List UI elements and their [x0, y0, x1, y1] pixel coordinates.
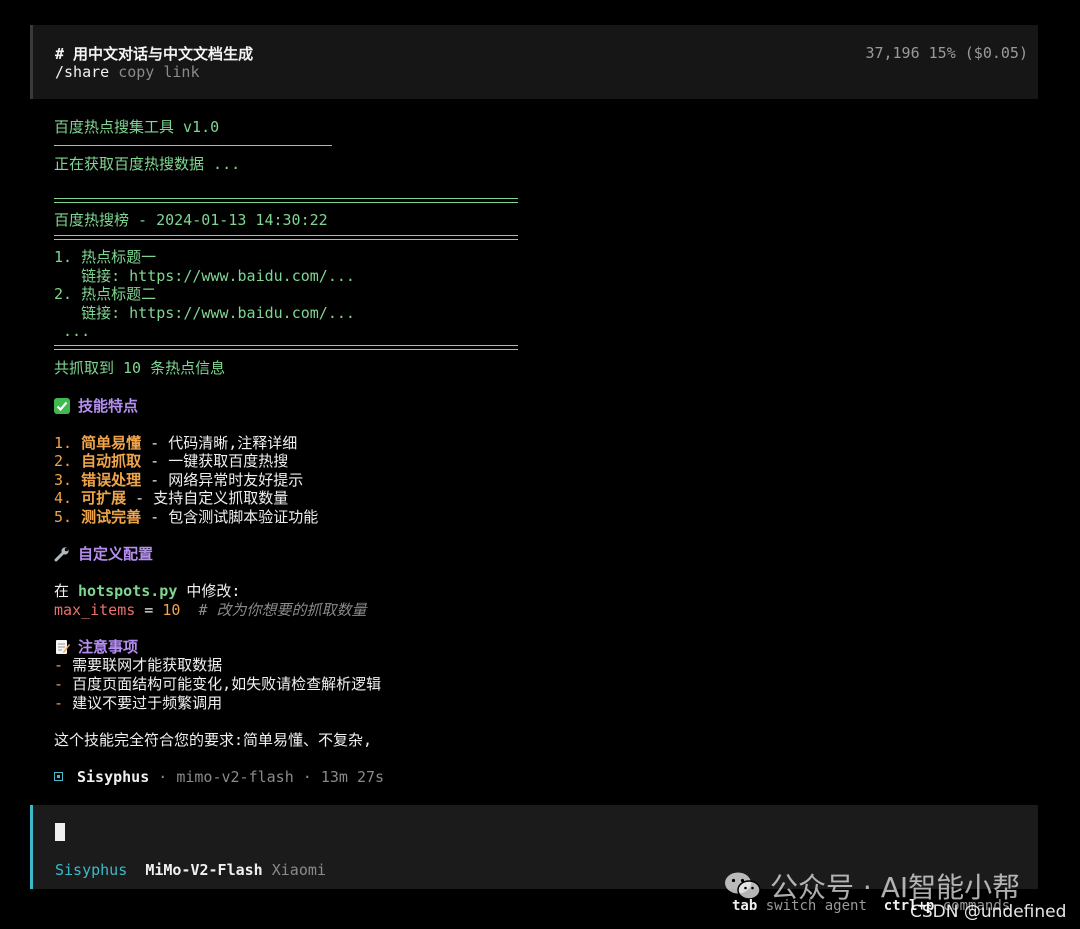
double-divider: [54, 345, 518, 350]
status-agent: Sisyphus: [77, 768, 150, 786]
usage-stats: 37,196 15% ($0.05): [865, 44, 1028, 62]
board-title: 百度热搜榜 - 2024-01-13 14:30:22: [54, 211, 328, 229]
notes-heading: 注意事项: [54, 638, 138, 656]
csdn-watermark: CSDN @undefined: [910, 902, 1067, 922]
share-cmd: /share: [55, 63, 110, 81]
feature-item: 1. 简单易懂 - 代码清晰,注释详细: [54, 434, 298, 452]
agent-square-icon: [54, 772, 63, 781]
config-instruction: 在 hotspots.py 中修改:: [54, 582, 241, 600]
feature-item: 2. 自动抓取 - 一键获取百度热搜: [54, 452, 289, 470]
agent-status: Sisyphus · mimo-v2-flash · 13m 27s: [54, 768, 384, 786]
list-item: 1. 热点标题一: [54, 248, 157, 266]
input-model: MiMo-V2-Flash: [145, 861, 263, 879]
status-model: mimo-v2-flash: [176, 768, 294, 786]
wrench-icon: [54, 547, 69, 562]
agent-selector[interactable]: Sisyphus MiMo-V2-Flash Xiaomi: [55, 861, 326, 879]
memo-icon: [56, 640, 70, 654]
note-item: - 需要联网才能获取数据: [54, 656, 223, 674]
fetching-text: 正在获取百度热搜数据 ...: [54, 155, 241, 173]
single-divider: [54, 145, 332, 146]
share-command[interactable]: /share copy link: [55, 63, 200, 81]
usage-cost: 15% ($0.05): [928, 44, 1028, 62]
config-code: max_items = 10 # 改为你想要的抓取数量: [54, 601, 367, 619]
double-divider: [54, 235, 518, 240]
list-item-link: 链接: https://www.baidu.com/...: [81, 267, 355, 285]
session-header: # 用中文对话与中文文档生成 /share copy link 37,196 1…: [30, 25, 1038, 99]
double-divider: [54, 198, 518, 203]
session-title: # 用中文对话与中文文档生成: [55, 45, 254, 63]
summary-text: 共抓取到 10 条热点信息: [54, 359, 226, 377]
feature-item: 5. 测试完善 - 包含测试脚本验证功能: [54, 508, 319, 526]
token-count: 37,196: [865, 44, 920, 62]
features-heading: 技能特点: [54, 397, 138, 415]
feature-item: 4. 可扩展 - 支持自定义抓取数量: [54, 489, 289, 507]
check-mark-icon: [54, 398, 70, 414]
share-hint: copy link: [118, 63, 200, 81]
tab-key: tab: [732, 898, 758, 914]
input-provider: Xiaomi: [271, 861, 326, 879]
note-item: - 建议不要过于频繁调用: [54, 694, 223, 712]
tool-name: 百度热点搜集工具 v1.0: [54, 118, 220, 136]
input-agent: Sisyphus: [55, 861, 128, 879]
config-heading: 自定义配置: [54, 545, 153, 563]
list-item: 2. 热点标题二: [54, 285, 157, 303]
list-ellipsis: ...: [63, 322, 91, 340]
text-cursor: [55, 823, 65, 841]
wechat-logo-icon: [725, 872, 761, 900]
feature-item: 3. 错误处理 - 网络异常时友好提示: [54, 471, 304, 489]
status-elapsed: 13m 27s: [320, 768, 385, 786]
closing-text: 这个技能完全符合您的要求:简单易懂、不复杂,: [54, 731, 373, 749]
list-item-link: 链接: https://www.baidu.com/...: [81, 304, 355, 322]
note-item: - 百度页面结构可能变化,如失败请检查解析逻辑: [54, 675, 382, 693]
